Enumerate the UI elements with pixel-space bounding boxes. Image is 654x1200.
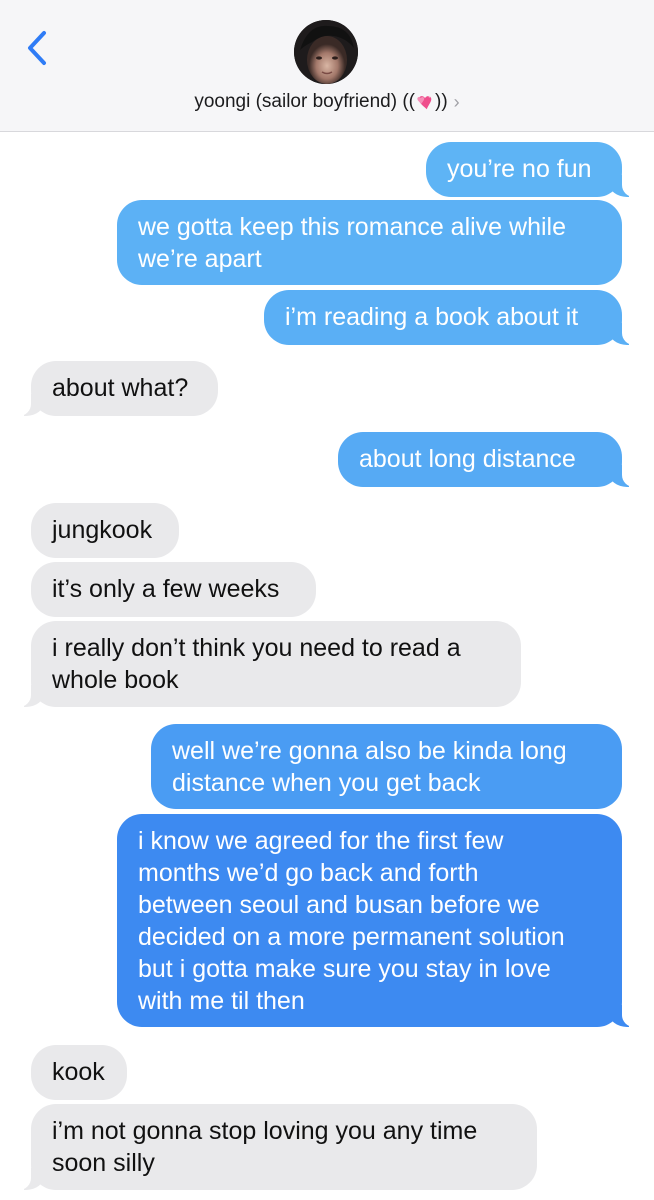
message-bubble-received[interactable]: kook <box>31 1045 127 1100</box>
message-text: i’m reading a book about it <box>285 303 579 331</box>
message-text: you’re no fun <box>447 155 592 183</box>
message-text: about what? <box>52 374 189 402</box>
message-text-line: well we’re gonna also be kinda long <box>172 737 567 765</box>
message-text-line: we gotta keep this romance alive while <box>138 213 567 241</box>
message-bubble-sent[interactable]: we gotta keep this romance alive while w… <box>117 200 622 285</box>
message-text-line: between seoul and busan before we <box>138 891 540 919</box>
message-text-line: we’re apart <box>138 245 262 273</box>
message-bubble-sent[interactable]: i’m reading a book about it <box>264 290 636 345</box>
message-text-line: soon silly <box>52 1149 155 1177</box>
message-text-line: with me til then <box>138 987 305 1015</box>
message-text-line: distance when you get back <box>172 769 481 797</box>
message-bubble-sent[interactable]: i know we agreed for the first few month… <box>117 814 636 1027</box>
message-bubble-received[interactable]: jungkook <box>31 503 179 558</box>
message-text: about long distance <box>359 445 576 473</box>
message-text-line: i really don’t think you need to read a <box>52 634 461 662</box>
message-text: jungkook <box>52 516 153 544</box>
message-bubble-sent[interactable]: you’re no fun <box>426 142 636 197</box>
message-bubble-received[interactable]: i’m not gonna stop loving you any time s… <box>17 1104 537 1190</box>
message-bubble-sent[interactable]: well we’re gonna also be kinda long dist… <box>151 724 622 809</box>
message-list: you’re no fun we gotta keep this romance… <box>0 0 654 1200</box>
message-text-line: decided on a more permanent solution <box>138 923 565 951</box>
message-text-line: but i gotta make sure you stay in love <box>138 955 551 983</box>
message-text: it’s only a few weeks <box>52 575 280 603</box>
message-bubble-received[interactable]: about what? <box>17 361 218 416</box>
message-bubble-sent[interactable]: about long distance <box>338 432 636 487</box>
message-text-line: whole book <box>52 666 179 694</box>
message-text-line: i’m not gonna stop loving you any time <box>52 1117 478 1145</box>
message-bubble-received[interactable]: i really don’t think you need to read a … <box>17 621 521 707</box>
message-text-line: i know we agreed for the first few <box>138 827 504 855</box>
message-text-line: months we’d go back and forth <box>138 859 479 887</box>
message-bubble-received[interactable]: it’s only a few weeks <box>31 562 316 617</box>
message-text: kook <box>52 1058 105 1086</box>
